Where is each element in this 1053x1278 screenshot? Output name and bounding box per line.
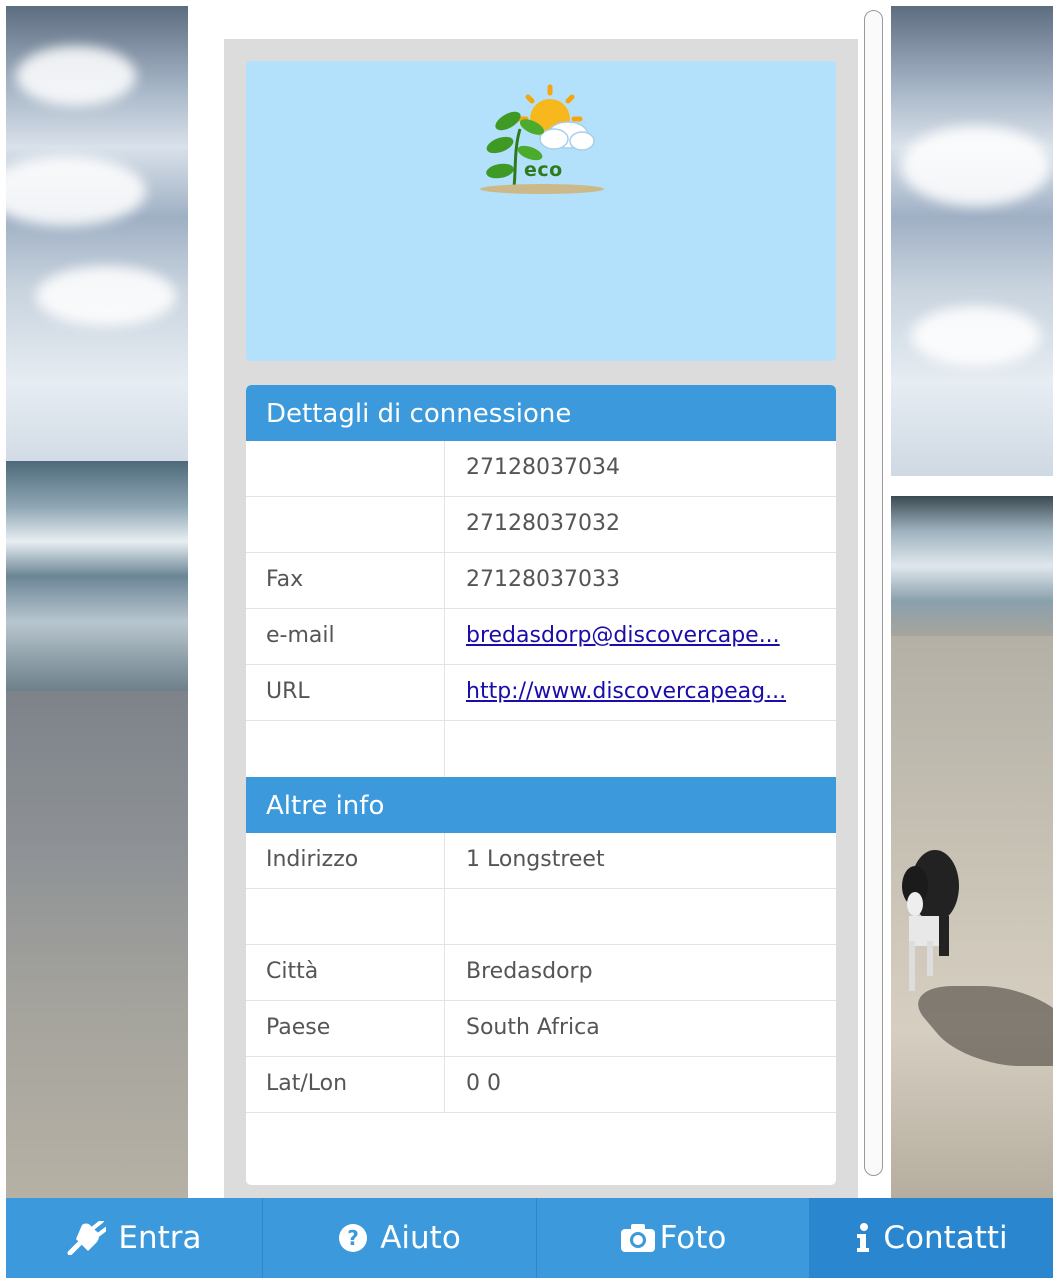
nav-photo-label: Foto: [659, 1220, 727, 1256]
nav-contacts-label: Contatti: [883, 1220, 1008, 1256]
address-label: Indirizzo: [246, 833, 445, 888]
city-value: Bredasdorp: [466, 959, 593, 984]
table-row: [246, 889, 836, 945]
table-row: 27128037032: [246, 497, 836, 553]
address-value: 1 Longstreet: [466, 847, 605, 872]
logo-text: eco: [524, 159, 563, 181]
info-card: Dettagli di connessione 27128037034 2712…: [246, 385, 836, 1185]
table-row: Lat/Lon 0 0: [246, 1057, 836, 1113]
nav-login-button[interactable]: Entra: [6, 1198, 263, 1278]
info-icon: [855, 1223, 871, 1253]
question-circle-icon: ?: [338, 1223, 368, 1253]
logo-banner: eco: [246, 61, 836, 361]
plug-icon: [66, 1221, 107, 1255]
nav-login-label: Entra: [118, 1220, 202, 1256]
nav-help-button[interactable]: ? Aiuto: [263, 1198, 537, 1278]
nav-contacts-button[interactable]: Contatti: [810, 1198, 1053, 1278]
url-link[interactable]: http://www.discovercapeag...: [466, 679, 786, 704]
phone-value: 27128037034: [466, 455, 620, 480]
email-label: e-mail: [246, 609, 445, 664]
fax-label: Fax: [246, 553, 445, 608]
table-row: [246, 721, 836, 777]
dog-image: [902, 850, 959, 991]
country-label: Paese: [246, 1001, 445, 1056]
table-row: Indirizzo 1 Longstreet: [246, 833, 836, 889]
table-row: 27128037034: [246, 441, 836, 497]
content-column: eco Dettagli di connessione 27128037034 …: [188, 6, 891, 1198]
background-photo-left: [6, 6, 188, 1198]
table-row: Città Bredasdorp: [246, 945, 836, 1001]
table-row: URL http://www.discovercapeag...: [246, 665, 836, 721]
row-label: [246, 721, 445, 777]
camera-icon: [620, 1223, 656, 1253]
connection-section-title: Dettagli di connessione: [246, 385, 836, 441]
background-photo-right: [891, 6, 1053, 1198]
row-label: [246, 889, 445, 944]
bottom-navbar: Entra ? Aiuto Foto Contatti: [6, 1198, 1053, 1278]
nav-photo-button[interactable]: Foto: [537, 1198, 810, 1278]
url-label: URL: [246, 665, 445, 720]
latlon-value: 0 0: [466, 1071, 501, 1096]
row-label: [246, 441, 445, 496]
table-row: Fax 27128037033: [246, 553, 836, 609]
mobile-value: 27128037032: [466, 511, 620, 536]
other-info-section-title: Altre info: [246, 777, 836, 833]
detail-panel: eco Dettagli di connessione 27128037034 …: [224, 39, 858, 1198]
table-row: e-mail bredasdorp@discovercape...: [246, 609, 836, 665]
row-value: [445, 889, 836, 944]
email-link[interactable]: bredasdorp@discovercape...: [466, 623, 780, 648]
country-value: South Africa: [466, 1015, 600, 1040]
table-row: Paese South Africa: [246, 1001, 836, 1057]
nav-help-label: Aiuto: [380, 1220, 461, 1256]
row-value: [445, 721, 836, 777]
svg-text:?: ?: [347, 1226, 359, 1250]
row-label: [246, 497, 445, 552]
fax-value: 27128037033: [466, 567, 620, 592]
scrollbar[interactable]: [860, 6, 888, 1198]
city-label: Città: [246, 945, 445, 1000]
scrollbar-thumb[interactable]: [864, 10, 883, 1176]
latlon-label: Lat/Lon: [246, 1057, 445, 1112]
